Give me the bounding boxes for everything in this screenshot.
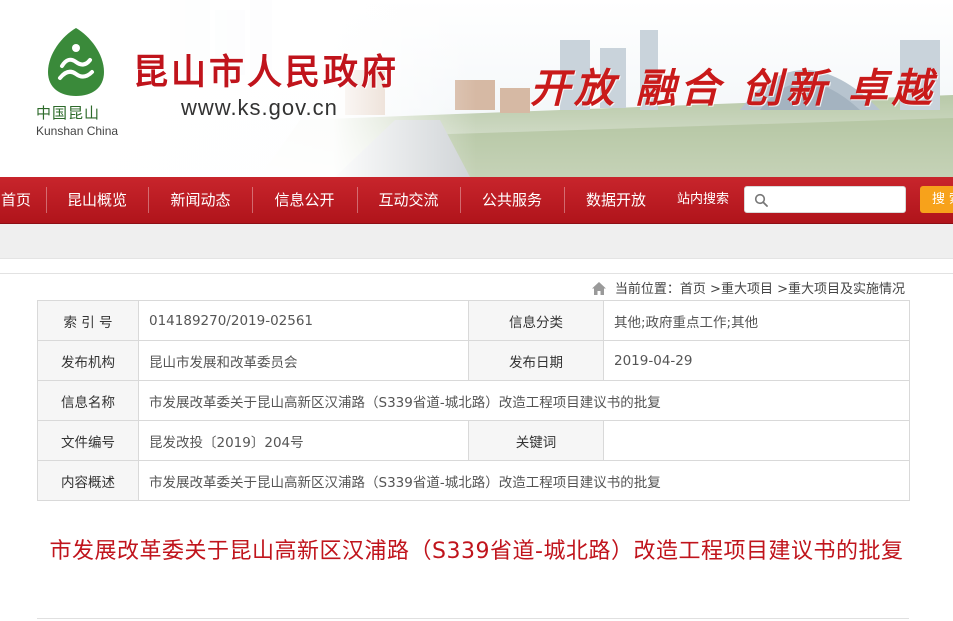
breadcrumb-project-implementation[interactable]: >重大项目及实施情况 bbox=[777, 282, 905, 297]
publisher-value: 昆山市发展和改革委员会 bbox=[138, 340, 469, 381]
search-box[interactable] bbox=[744, 186, 906, 213]
nav-item-public-info[interactable]: 信息公开 bbox=[253, 177, 356, 223]
search-icon bbox=[754, 193, 768, 207]
home-icon bbox=[591, 282, 606, 295]
breadcrumb-home[interactable]: 首页 bbox=[680, 282, 706, 297]
article-title: 市发展改革委关于昆山高新区汉浦路（S339省道-城北路）改造工程项目建议书的批复 bbox=[49, 539, 904, 564]
table-row: 文件编号 昆发改投〔2019〕204号 关键词 bbox=[37, 420, 910, 461]
info-name-value: 市发展改革委关于昆山高新区汉浦路（S339省道-城北路）改造工程项目建议书的批复 bbox=[138, 380, 910, 421]
content-divider bbox=[0, 273, 953, 274]
nav-item-interaction[interactable]: 互动交流 bbox=[358, 177, 459, 223]
nav-item-open-data[interactable]: 数据开放 bbox=[565, 177, 667, 223]
sub-header-band bbox=[0, 224, 953, 259]
breadcrumb-major-projects[interactable]: >重大项目 bbox=[710, 282, 773, 297]
search-button[interactable]: 搜索 bbox=[920, 186, 953, 213]
logo-chinese-text: 中国昆山 bbox=[36, 104, 101, 122]
table-row: 索 引 号 014189270/2019-02561 信息分类 其他;政府重点工… bbox=[37, 300, 910, 341]
category-label: 信息分类 bbox=[468, 300, 604, 341]
document-number-value: 昆发改投〔2019〕204号 bbox=[138, 420, 469, 461]
keywords-value bbox=[603, 420, 910, 461]
site-title[interactable]: 昆山市人民政府 bbox=[133, 44, 399, 95]
table-row: 信息名称 市发展改革委关于昆山高新区汉浦路（S339省道-城北路）改造工程项目建… bbox=[37, 380, 910, 421]
nav-item-news[interactable]: 新闻动态 bbox=[149, 177, 252, 223]
site-slogan: 开放 融合 创新 卓越 bbox=[530, 65, 936, 112]
table-row: 内容概述 市发展改革委关于昆山高新区汉浦路（S339省道-城北路）改造工程项目建… bbox=[37, 460, 910, 501]
publish-date-label: 发布日期 bbox=[468, 340, 604, 381]
category-value: 其他;政府重点工作;其他 bbox=[603, 300, 910, 341]
breadcrumb: 当前位置：首页 >重大项目 >重大项目及实施情况 bbox=[591, 278, 905, 297]
site-url[interactable]: www.ks.gov.cn bbox=[181, 95, 338, 121]
publisher-label: 发布机构 bbox=[37, 340, 139, 381]
document-info-table: 索 引 号 014189270/2019-02561 信息分类 其他;政府重点工… bbox=[37, 300, 910, 501]
site-banner: 中国昆山 Kunshan China 昆山市人民政府 www.ks.gov.cn… bbox=[0, 0, 953, 177]
document-number-label: 文件编号 bbox=[37, 420, 139, 461]
search-label: 站内搜索 bbox=[677, 192, 730, 207]
logo-english-text: Kunshan China bbox=[36, 124, 119, 138]
info-name-label: 信息名称 bbox=[37, 380, 139, 421]
index-number-label: 索 引 号 bbox=[37, 300, 139, 341]
search-input[interactable] bbox=[773, 189, 903, 212]
publish-date-value: 2019-04-29 bbox=[603, 340, 910, 381]
nav-item-home[interactable]: 首页 bbox=[0, 177, 42, 223]
main-navigation: 首页 昆山概览 新闻动态 信息公开 互动交流 公共服务 数据开放 站内搜索 搜索 bbox=[0, 177, 953, 224]
nav-item-public-services[interactable]: 公共服务 bbox=[461, 177, 563, 223]
nav-item-overview[interactable]: 昆山概览 bbox=[47, 177, 147, 223]
breadcrumb-prefix: 当前位置： bbox=[614, 282, 680, 297]
keywords-label: 关键词 bbox=[468, 420, 604, 461]
summary-value: 市发展改革委关于昆山高新区汉浦路（S339省道-城北路）改造工程项目建议书的批复 bbox=[138, 460, 910, 501]
table-row: 发布机构 昆山市发展和改革委员会 发布日期 2019-04-29 bbox=[37, 340, 910, 381]
summary-label: 内容概述 bbox=[37, 460, 139, 501]
index-number-value: 014189270/2019-02561 bbox=[138, 300, 469, 341]
kunshan-logo-icon bbox=[48, 28, 104, 96]
article-divider bbox=[37, 618, 909, 619]
